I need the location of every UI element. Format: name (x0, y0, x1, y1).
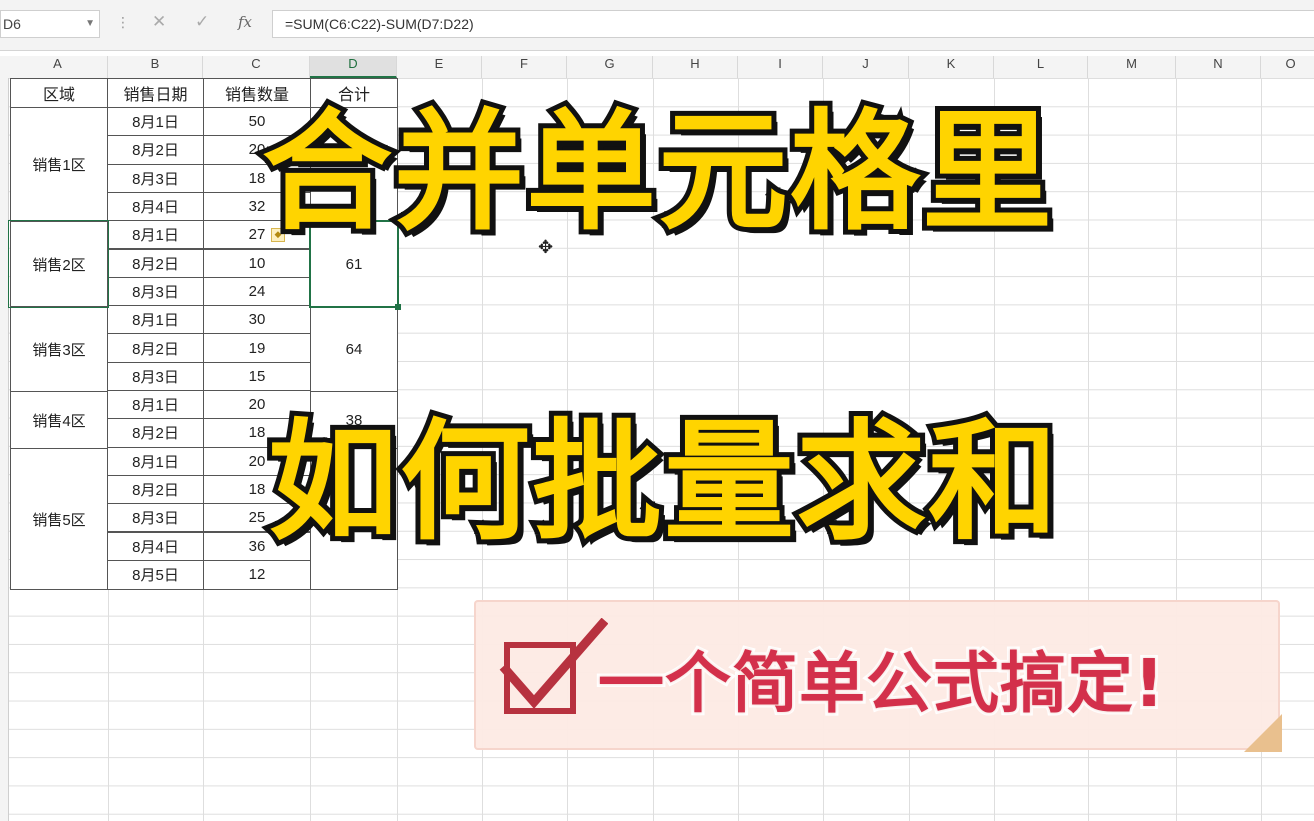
date-cell[interactable]: 8月3日 (107, 361, 204, 391)
insert-function-icon[interactable]: fx (238, 13, 252, 31)
checkmark-icon (499, 618, 608, 708)
date-cell[interactable]: 8月1日 (107, 107, 204, 137)
date-cell[interactable]: 8月1日 (107, 220, 204, 250)
column-header-c[interactable]: C (203, 56, 310, 78)
column-header-g[interactable]: G (567, 56, 653, 78)
date-cell[interactable]: 8月4日 (107, 191, 204, 222)
date-cell[interactable]: 8月2日 (107, 248, 204, 278)
column-header-f[interactable]: F (482, 56, 567, 78)
header-region[interactable]: 区域 (10, 78, 108, 108)
more-icon: ⋮ (116, 15, 130, 31)
column-header-k[interactable]: K (909, 56, 994, 78)
column-headers: A B C D E F G H I J K L M N O (0, 56, 1314, 79)
column-header-b[interactable]: B (108, 56, 203, 78)
date-cell[interactable]: 8月2日 (107, 474, 204, 505)
total-cell[interactable]: 64 (310, 306, 398, 392)
title-line-1: 合并单元格里 (257, 91, 1057, 253)
slogan-text: 一个简单公式搞定! (595, 642, 1167, 725)
title-line-2: 如何批量求和 (263, 401, 1063, 563)
column-header-i[interactable]: I (738, 56, 823, 78)
region-cell[interactable]: 销售1区 (10, 107, 108, 222)
date-cell[interactable]: 8月2日 (107, 135, 204, 165)
region-cell[interactable]: 销售3区 (10, 306, 108, 392)
row-headers (0, 78, 9, 821)
quantity-cell[interactable]: 19 (203, 333, 311, 363)
cursor-icon: ✥ (538, 237, 554, 258)
name-box-value: D6 (3, 16, 21, 32)
date-cell[interactable]: 8月2日 (107, 333, 204, 363)
quantity-cell[interactable]: 24 (203, 276, 311, 307)
column-header-a[interactable]: A (8, 56, 108, 78)
name-box[interactable]: D6 ▼ (0, 10, 100, 38)
region-cell[interactable]: 销售2区 (10, 221, 108, 307)
quantity-cell[interactable]: 30 (203, 305, 311, 335)
date-cell[interactable]: 8月1日 (107, 390, 204, 420)
date-cell[interactable]: 8月3日 (107, 503, 204, 533)
fill-handle[interactable] (395, 304, 401, 310)
date-cell[interactable]: 8月3日 (107, 163, 204, 193)
quantity-cell[interactable]: 10 (203, 248, 311, 278)
formula-bar: D6 ▼ ⋮ ✕ ✓ fx =SUM(C6:C22)-SUM(D7:D22) (0, 0, 1314, 51)
column-header-n[interactable]: N (1176, 56, 1261, 78)
page-curl (1244, 714, 1282, 752)
column-header-l[interactable]: L (994, 56, 1088, 78)
slogan-banner: 一个简单公式搞定! (474, 600, 1282, 752)
column-header-h[interactable]: H (653, 56, 738, 78)
header-date[interactable]: 销售日期 (107, 78, 204, 108)
date-cell[interactable]: 8月1日 (107, 446, 204, 476)
column-header-j[interactable]: J (823, 56, 909, 78)
date-cell[interactable]: 8月5日 (107, 559, 204, 590)
formula-input[interactable]: =SUM(C6:C22)-SUM(D7:D22) (272, 10, 1314, 38)
column-header-d[interactable]: D (310, 56, 397, 78)
region-cell[interactable]: 销售5区 (10, 448, 108, 590)
chevron-down-icon[interactable]: ▼ (85, 11, 95, 37)
quantity-cell[interactable]: 15 (203, 361, 311, 391)
column-header-o[interactable]: O (1261, 56, 1314, 78)
enter-icon[interactable]: ✓ (195, 12, 209, 32)
cancel-icon[interactable]: ✕ (152, 12, 166, 32)
date-cell[interactable]: 8月2日 (107, 418, 204, 448)
date-cell[interactable]: 8月3日 (107, 276, 204, 307)
date-cell[interactable]: 8月1日 (107, 305, 204, 335)
column-header-e[interactable]: E (397, 56, 482, 78)
region-cell[interactable]: 销售4区 (10, 391, 108, 449)
date-cell[interactable]: 8月4日 (107, 531, 204, 561)
quantity-cell[interactable]: 12 (203, 559, 311, 590)
column-header-m[interactable]: M (1088, 56, 1176, 78)
